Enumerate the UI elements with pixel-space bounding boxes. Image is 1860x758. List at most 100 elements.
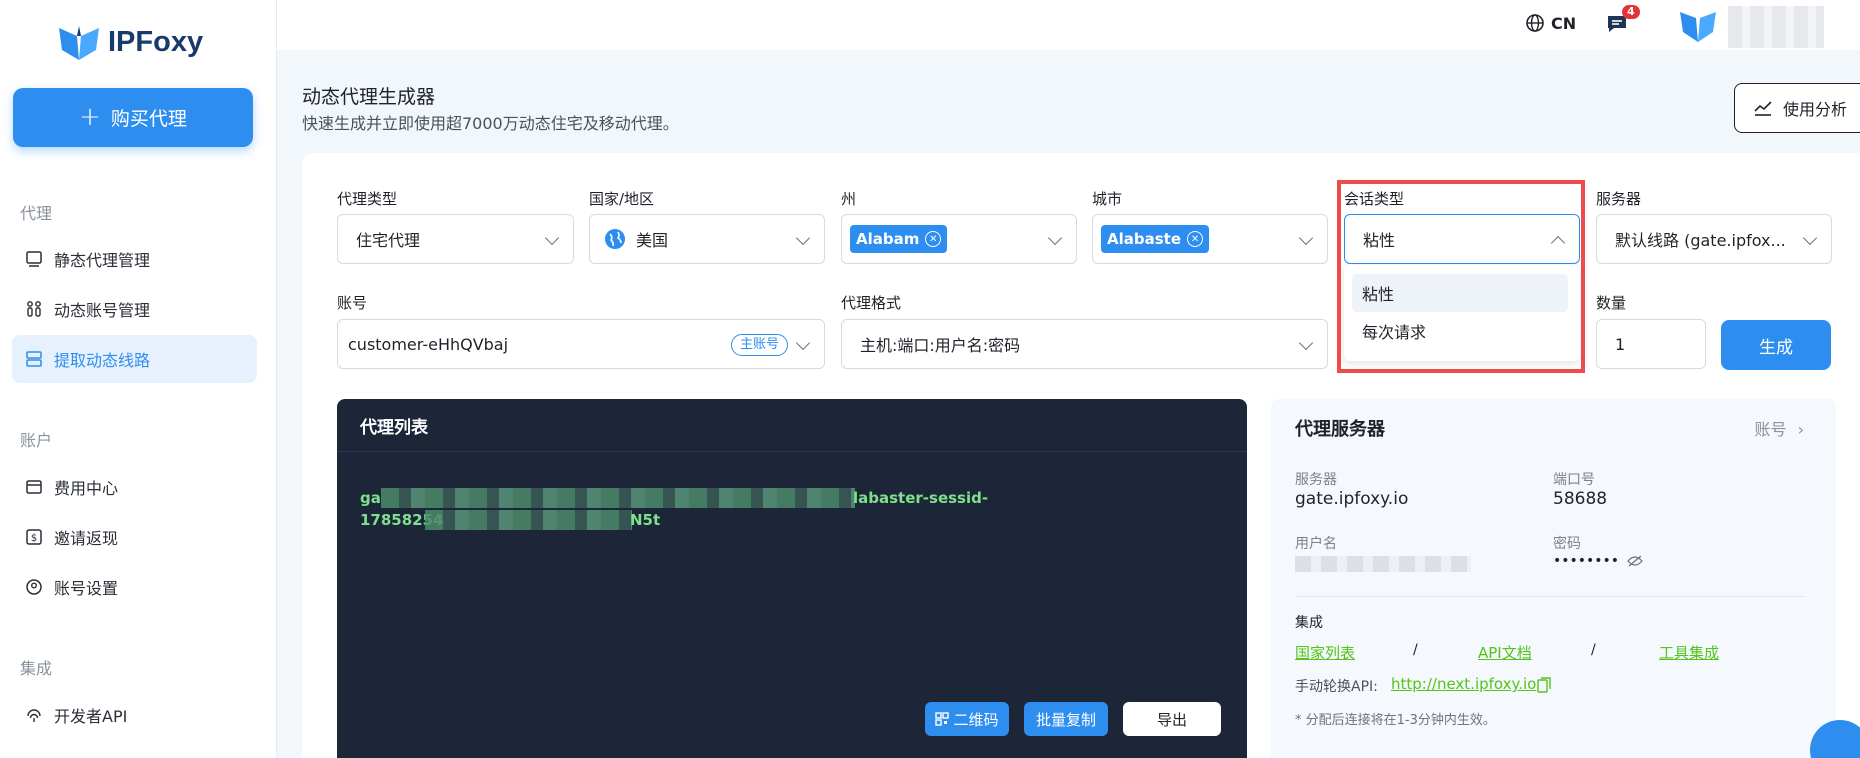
- country-value: 美国: [636, 231, 669, 250]
- usage-analytics-button[interactable]: 使用分析: [1734, 83, 1860, 133]
- proxy-list-title: 代理列表: [337, 399, 1247, 452]
- proxy-server-panel: 代理服务器 账号 › 服务器 gate.ipfoxy.io 端口号 58688 …: [1271, 399, 1836, 758]
- account-link[interactable]: 账号 ›: [1754, 416, 1804, 440]
- proxy-line-end: labaster-sessid-: [853, 489, 989, 507]
- password-value: ••••••••: [1553, 553, 1620, 569]
- buy-proxy-button[interactable]: + 购买代理: [13, 88, 253, 147]
- server-label: 服务器: [1295, 472, 1337, 488]
- proxy-format-select[interactable]: 主机:端口:用户名:密码: [841, 319, 1328, 369]
- quantity-value: 1: [1615, 334, 1626, 354]
- separator: /: [1413, 642, 1418, 658]
- account-value: customer-eHhQVbaj: [348, 334, 509, 354]
- proxy-line-start: ga: [360, 489, 381, 507]
- sidebar-item-label: 开发者API: [54, 707, 128, 726]
- sidebar-item-label: 静态代理管理: [54, 251, 151, 270]
- avatar-logo-icon: [1680, 12, 1716, 42]
- sidebar-item-static-proxy[interactable]: 静态代理管理: [12, 235, 257, 283]
- divider: [1295, 596, 1805, 597]
- chevron-right-icon: ›: [1797, 420, 1804, 439]
- close-icon[interactable]: ✕: [1187, 231, 1204, 247]
- api-docs-link[interactable]: API文档: [1478, 642, 1532, 663]
- qr-code-label: 二维码: [953, 710, 999, 729]
- section-proxy: 代理: [20, 204, 53, 223]
- proxy-type-label: 代理类型: [337, 190, 398, 208]
- chevron-down-icon: [795, 335, 811, 351]
- proxy-type-value: 住宅代理: [356, 231, 421, 250]
- proxy-format-value: 主机:端口:用户名:密码: [860, 336, 1021, 355]
- tool-integration-link[interactable]: 工具集成: [1659, 642, 1719, 663]
- sidebar-item-label: 账号设置: [54, 579, 119, 598]
- language-switch[interactable]: CN: [1525, 13, 1576, 33]
- state-label: 州: [841, 190, 857, 208]
- proxy-list-panel: 代理列表 ga labaster-sessid- 17858254 N5t 二维…: [337, 399, 1247, 758]
- svg-text:$: $: [31, 533, 37, 544]
- globe-icon: [1526, 14, 1544, 32]
- chevron-down-icon: [1298, 335, 1314, 351]
- sidebar-item-dynamic-account[interactable]: 动态账号管理: [12, 285, 257, 333]
- proxy-server-title: 代理服务器: [1295, 419, 1385, 440]
- rotate-api-link[interactable]: http://next.ipfoxy.io: [1391, 675, 1536, 693]
- state-tag[interactable]: Alabam ✕: [850, 225, 948, 253]
- sidebar-item-developer-api[interactable]: 开发者API: [12, 691, 257, 739]
- eye-off-icon[interactable]: [1627, 555, 1643, 567]
- username-label: 用户名: [1295, 536, 1337, 552]
- quantity-input[interactable]: 1: [1596, 319, 1706, 369]
- copy-icon[interactable]: [1537, 677, 1551, 693]
- port-label: 端口号: [1553, 472, 1595, 488]
- account-label: 账号: [337, 294, 368, 312]
- avatar[interactable]: [1678, 6, 1718, 50]
- section-integration: 集成: [20, 659, 53, 678]
- users-icon: [24, 299, 44, 319]
- logo[interactable]: IPFoxy: [56, 22, 203, 62]
- globe-flag-icon: [605, 229, 625, 249]
- language-label: CN: [1551, 13, 1577, 33]
- close-icon[interactable]: ✕: [925, 231, 942, 247]
- sidebar-item-account-settings[interactable]: 账号设置: [12, 563, 257, 611]
- section-account: 账户: [20, 431, 53, 450]
- page-subtitle: 快速生成并立即使用超7000万动态住宅及移动代理。: [302, 114, 679, 133]
- state-select[interactable]: Alabam ✕: [841, 214, 1077, 264]
- account-select[interactable]: customer-eHhQVbaj 主账号: [337, 319, 825, 369]
- country-select[interactable]: 美国: [589, 214, 825, 264]
- integration-title: 集成: [1295, 615, 1323, 631]
- server-value: gate.ipfoxy.io: [1295, 489, 1409, 509]
- sidebar-item-extract-dynamic[interactable]: 提取动态线路: [12, 335, 257, 383]
- user-circle-icon: [24, 577, 44, 597]
- city-select[interactable]: Alabaste ✕: [1092, 214, 1328, 264]
- server-value: 默认线路 (gate.ipfox...: [1615, 231, 1786, 250]
- generate-button[interactable]: 生成: [1721, 320, 1831, 370]
- chevron-down-icon: [1298, 230, 1314, 246]
- chevron-down-icon: [1047, 230, 1063, 246]
- sidebar-item-label: 费用中心: [54, 479, 119, 498]
- password-field: ••••••••: [1553, 553, 1643, 569]
- proxy-type-select[interactable]: 住宅代理: [337, 214, 574, 264]
- qr-code-button[interactable]: 二维码: [925, 702, 1009, 736]
- city-tag[interactable]: Alabaste ✕: [1101, 225, 1210, 253]
- dollar-icon: $: [24, 527, 44, 547]
- export-button[interactable]: 导出: [1123, 702, 1221, 736]
- sidebar-item-label: 提取动态线路: [54, 351, 151, 370]
- username-redacted: [1295, 556, 1471, 572]
- notification-badge: 4: [1622, 5, 1640, 19]
- state-tag-label: Alabam: [856, 230, 920, 248]
- proxy-line2-end: N5t: [630, 511, 661, 529]
- server-select[interactable]: 默认线路 (gate.ipfox...: [1596, 214, 1832, 264]
- country-list-link[interactable]: 国家列表: [1295, 642, 1355, 663]
- separator: /: [1591, 642, 1596, 658]
- server-icon: [24, 349, 44, 369]
- buy-proxy-label: 购买代理: [110, 108, 187, 130]
- page-title: 动态代理生成器: [302, 86, 436, 108]
- account-link-label: 账号: [1754, 420, 1787, 439]
- qr-icon: [935, 712, 950, 726]
- monitor-icon: [24, 249, 44, 269]
- chevron-down-icon: [544, 230, 560, 246]
- usage-analytics-label: 使用分析: [1783, 100, 1848, 119]
- batch-copy-button[interactable]: 批量复制: [1024, 702, 1108, 736]
- country-label: 国家/地区: [589, 190, 655, 208]
- redacted-text: [381, 488, 855, 508]
- sidebar-item-label: 动态账号管理: [54, 301, 151, 320]
- sidebar-item-referral[interactable]: $ 邀请返现: [12, 513, 257, 561]
- server-label: 服务器: [1596, 190, 1642, 208]
- username-redacted: [1728, 6, 1824, 48]
- sidebar-item-billing[interactable]: 费用中心: [12, 463, 257, 511]
